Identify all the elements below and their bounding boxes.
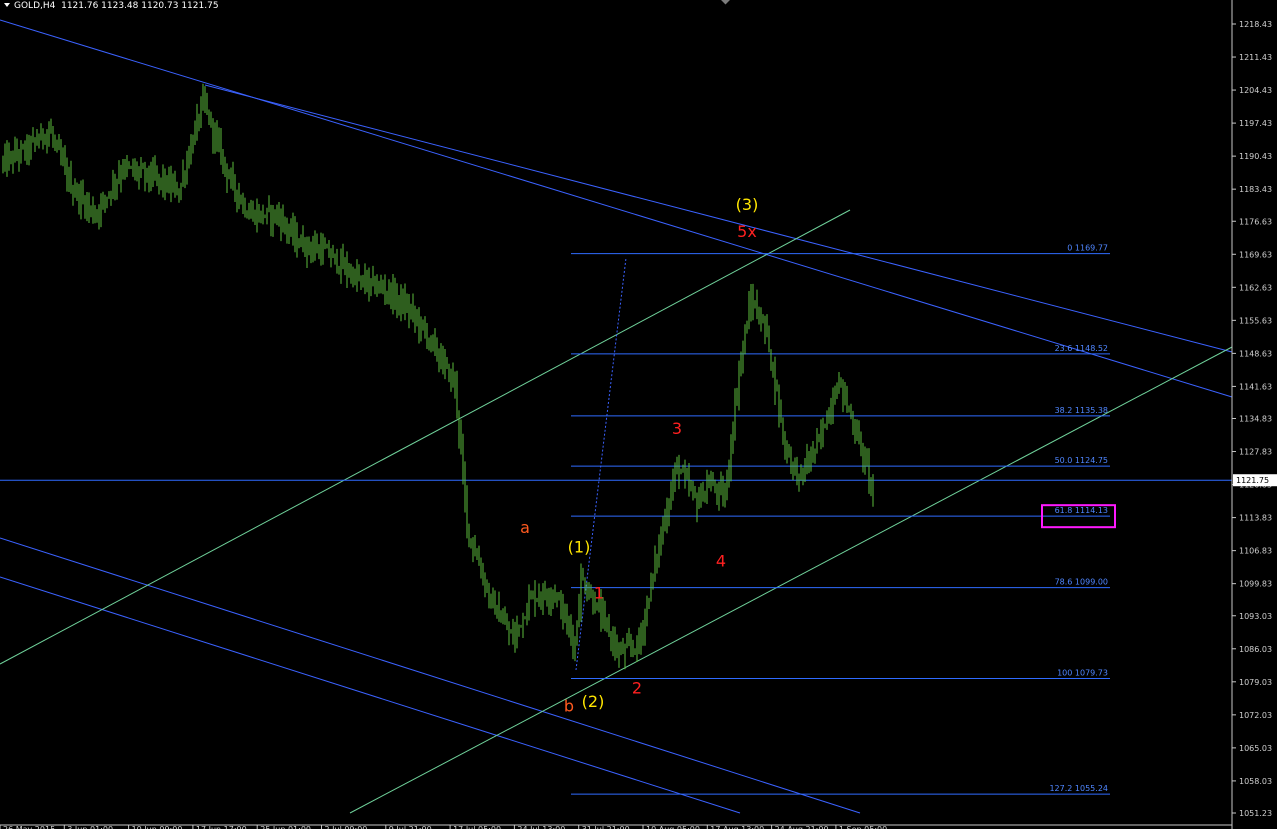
wave-label: (3) (736, 195, 759, 214)
price-tick-label: 1099.83 (1239, 580, 1272, 589)
fib-level-label: 50.0 1124.75 (1055, 456, 1108, 465)
price-tick-label: 1072.03 (1239, 711, 1272, 720)
price-tick-label: 1204.43 (1239, 86, 1272, 95)
time-tick-label: 31 Jul 21:00 (582, 825, 630, 829)
price-tick-label: 1093.03 (1239, 612, 1272, 621)
candles (2, 83, 874, 670)
price-tick-label: 1218.43 (1239, 20, 1272, 29)
wave-label: 5x (737, 222, 757, 241)
price-tick-label: 1058.03 (1239, 777, 1272, 786)
fib-level-label: 0 1169.77 (1067, 244, 1108, 253)
time-tick-label: 25 Jun 01:00 (260, 825, 311, 829)
time-tick-label: 10 Jun 09:00 (132, 825, 183, 829)
price-tick-label: 1051.23 (1239, 809, 1272, 818)
price-tick-label: 1176.63 (1239, 217, 1272, 226)
fib-level-label: 78.6 1099.00 (1055, 578, 1108, 587)
fib-level-label: 100 1079.73 (1057, 669, 1108, 678)
fib-level-label: 23.6 1148.52 (1055, 344, 1108, 353)
price-tick-label: 1086.03 (1239, 645, 1272, 654)
price-tick-label: 1079.03 (1239, 678, 1272, 687)
price-tick-label: 1197.43 (1239, 119, 1272, 128)
wave-label: 2 (632, 678, 642, 697)
time-tick-label: 10 Aug 05:00 (646, 825, 700, 829)
price-tick-label: 1106.83 (1239, 547, 1272, 556)
price-tick-label: 1065.03 (1239, 744, 1272, 753)
channel-line (0, 576, 741, 814)
ohlc-values: 1121.76 1123.48 1120.73 1121.75 (61, 1, 219, 11)
time-tick-label: 2 Jul 09:00 (325, 825, 368, 829)
fib-level-label: 61.8 1114.13 (1055, 506, 1108, 515)
price-chart[interactable]: 0 1169.77 23.6 1148.52 38.2 1135.38 50.0 11… (0, 0, 1277, 829)
symbol-header: GOLD,H4 1121.76 1123.48 1120.73 1121.75 (4, 1, 219, 11)
price-tick-label: 1148.63 (1239, 349, 1272, 358)
wave-label: 4 (716, 551, 726, 570)
time-tick-label: 26 May 2015 (3, 825, 55, 829)
wave-label: (1) (568, 538, 591, 557)
price-tick-label: 1169.63 (1239, 250, 1272, 259)
current-price-label: 1121.75 (1236, 476, 1269, 485)
price-tick-label: 1113.83 (1239, 514, 1272, 523)
channel-line (0, 537, 861, 814)
price-tick-label: 1155.63 (1239, 316, 1272, 325)
time-tick-label: 24 Jul 13:00 (517, 825, 565, 829)
wave-label: 3 (672, 419, 682, 438)
price-tick-label: 1127.83 (1239, 448, 1272, 457)
channel-line (204, 84, 1233, 353)
fib-level-label: 127.2 1055.24 (1049, 784, 1108, 793)
wave-label: a (520, 518, 530, 537)
time-tick-label: 17 Jul 05:00 (453, 825, 501, 829)
channel-line (0, 19, 1233, 398)
dropdown-triangle-icon[interactable] (4, 3, 10, 7)
fib-level-label: 38.2 1135.38 (1055, 406, 1108, 415)
price-tick-label: 1211.43 (1239, 53, 1272, 62)
price-tick-label: 1141.63 (1239, 382, 1272, 391)
symbol-label: GOLD,H4 (14, 1, 56, 11)
time-tick-label: 1 Sep 05:00 (839, 825, 887, 829)
time-tick-label: 24 Aug 21:00 (775, 825, 829, 829)
time-tick-label: 9 Jul 21:00 (389, 825, 432, 829)
trendline (0, 209, 851, 665)
price-tick-label: 1190.43 (1239, 152, 1272, 161)
price-tick-label: 1162.63 (1239, 283, 1272, 292)
time-tick-label: 17 Jun 17:00 (196, 825, 247, 829)
chart-window[interactable]: 0 1169.77 23.6 1148.52 38.2 1135.38 50.0 11… (0, 0, 1277, 829)
price-tick-label: 1134.83 (1239, 415, 1272, 424)
time-tick-label: 3 Jun 01:00 (67, 825, 113, 829)
wave-label: b (564, 697, 574, 716)
price-tick-label: 1183.43 (1239, 185, 1272, 194)
time-tick-label: 17 Aug 13:00 (710, 825, 764, 829)
wave-label: 1 (594, 583, 604, 602)
wave-label: (2) (582, 692, 605, 711)
